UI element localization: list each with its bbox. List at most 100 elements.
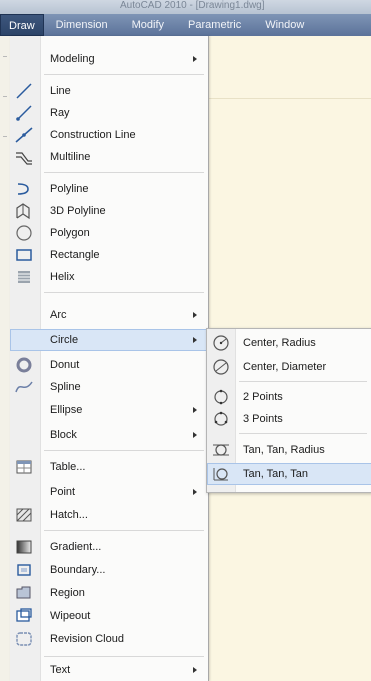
- menu-item-label: Region: [50, 587, 85, 599]
- menu-item-ellipse[interactable]: Ellipse: [10, 399, 208, 421]
- menu-item-helix[interactable]: Helix: [10, 266, 208, 288]
- menu-item-label: Revision Cloud: [50, 633, 124, 645]
- submenu-separator: [239, 381, 367, 382]
- menu-separator: [44, 74, 204, 75]
- left-edge-strip: [0, 36, 10, 681]
- menu-item-circle[interactable]: Circle: [10, 329, 208, 351]
- menu-modify[interactable]: Modify: [120, 14, 176, 36]
- spline-icon: [14, 378, 34, 396]
- menu-parametric[interactable]: Parametric: [176, 14, 253, 36]
- menu-item-boundary[interactable]: Boundary...: [10, 559, 208, 581]
- helix-icon: [14, 268, 34, 286]
- menu-item-label: Helix: [50, 271, 75, 283]
- submenu-arrow-icon: [193, 56, 197, 62]
- submenu-item-tan-tan-radius[interactable]: Tan, Tan, Radius: [207, 439, 371, 461]
- menu-bar: Draw Dimension Modify Parametric Window: [0, 14, 371, 36]
- 2-points-icon: [212, 388, 230, 406]
- polyline-icon: [14, 180, 34, 198]
- menu-separator: [44, 450, 204, 451]
- revision-cloud-icon: [14, 630, 34, 648]
- menu-item-polygon[interactable]: Polygon: [10, 222, 208, 244]
- submenu-arrow-icon: [193, 407, 197, 413]
- menu-item-wipeout[interactable]: Wipeout: [10, 605, 208, 627]
- submenu-item-3-points[interactable]: 3 Points: [207, 408, 371, 430]
- menu-item-label: Spline: [50, 381, 81, 393]
- menu-window[interactable]: Window: [253, 14, 316, 36]
- menu-item-polyline[interactable]: Polyline: [10, 178, 208, 200]
- polygon-icon: [14, 224, 34, 242]
- menu-item-hatch[interactable]: Hatch...: [10, 504, 208, 526]
- menu-item-label: Donut: [50, 359, 80, 371]
- menu-item-label: Multiline: [50, 151, 91, 163]
- submenu-arrow-icon: [193, 432, 197, 438]
- submenu-item-label: Tan, Tan, Radius: [243, 444, 325, 456]
- submenu-separator: [239, 433, 367, 434]
- menu-item-label: Block: [50, 429, 77, 441]
- menu-separator: [44, 172, 204, 173]
- menu-item-label: Ellipse: [50, 404, 83, 416]
- menu-item-label: Arc: [50, 309, 67, 321]
- menu-item-modeling[interactable]: Modeling: [10, 48, 208, 70]
- menu-draw[interactable]: Draw: [0, 14, 44, 36]
- menu-separator: [44, 530, 204, 531]
- menu-item-spline[interactable]: Spline: [10, 376, 208, 398]
- menu-item-label: Rectangle: [50, 249, 100, 261]
- submenu-item-label: Center, Radius: [243, 337, 316, 349]
- menu-item-3d-polyline[interactable]: 3D Polyline: [10, 200, 208, 222]
- menu-dimension[interactable]: Dimension: [44, 14, 120, 36]
- menu-item-label: Polyline: [50, 183, 89, 195]
- menu-item-label: Hatch...: [50, 509, 88, 521]
- menu-item-table[interactable]: Table...: [10, 456, 208, 478]
- region-icon: [14, 584, 34, 602]
- menu-item-region[interactable]: Region: [10, 582, 208, 604]
- center-diameter-icon: [212, 358, 230, 376]
- menu-separator: [44, 656, 204, 657]
- menu-item-arc[interactable]: Arc: [10, 304, 208, 326]
- menu-item-gradient[interactable]: Gradient...: [10, 536, 208, 558]
- submenu-item-center-diameter[interactable]: Center, Diameter: [207, 356, 371, 378]
- menu-item-rectangle[interactable]: Rectangle: [10, 244, 208, 266]
- submenu-item-2-points[interactable]: 2 Points: [207, 386, 371, 408]
- title-bar: AutoCAD 2010 - [Drawing1.dwg]: [0, 0, 371, 14]
- construction-line-icon: [14, 126, 34, 144]
- menu-item-label: Line: [50, 85, 71, 97]
- submenu-arrow-icon: [193, 489, 197, 495]
- menu-item-point[interactable]: Point: [10, 481, 208, 503]
- menu-item-label: Ray: [50, 107, 70, 119]
- submenu-arrow-icon: [193, 667, 197, 673]
- menu-item-label: Circle: [50, 334, 79, 346]
- line-icon: [14, 82, 34, 100]
- menu-item-donut[interactable]: Donut: [10, 354, 208, 376]
- center-radius-icon: [212, 334, 230, 352]
- submenu-item-label: Tan, Tan, Tan: [243, 468, 309, 480]
- submenu-item-label: 3 Points: [243, 413, 283, 425]
- draw-menu: Modeling Line Ray Construction Line Mult…: [10, 36, 209, 681]
- menu-item-text[interactable]: Text: [10, 659, 208, 681]
- wipeout-icon: [14, 607, 34, 625]
- ray-icon: [14, 104, 34, 122]
- menu-item-label: Wipeout: [50, 610, 91, 622]
- menu-item-line[interactable]: Line: [10, 80, 208, 102]
- circle-submenu: Center, Radius Center, Diameter 2 Points…: [206, 328, 371, 493]
- gradient-icon: [14, 538, 34, 556]
- menu-item-label: Point: [50, 486, 76, 498]
- submenu-arrow-icon: [193, 337, 197, 343]
- submenu-item-label: Center, Diameter: [243, 361, 327, 373]
- donut-icon: [14, 356, 34, 374]
- submenu-item-tan-tan-tan[interactable]: Tan, Tan, Tan: [207, 463, 371, 485]
- rectangle-icon: [14, 246, 34, 264]
- 3d-polyline-icon: [14, 202, 34, 220]
- tan-tan-radius-icon: [212, 441, 230, 459]
- menu-item-ray[interactable]: Ray: [10, 102, 208, 124]
- menu-item-revision-cloud[interactable]: Revision Cloud: [10, 628, 208, 650]
- menu-item-block[interactable]: Block: [10, 424, 208, 446]
- window-title: AutoCAD 2010 - [Drawing1.dwg]: [120, 0, 265, 11]
- submenu-item-center-radius[interactable]: Center, Radius: [207, 332, 371, 354]
- menu-item-construction-line[interactable]: Construction Line: [10, 124, 208, 146]
- menu-item-label: Gradient...: [50, 541, 102, 553]
- 3-points-icon: [212, 410, 230, 428]
- canvas-divider: [205, 98, 371, 99]
- tan-tan-tan-icon: [212, 465, 230, 483]
- menu-item-multiline[interactable]: Multiline: [10, 146, 208, 168]
- menu-item-label: Table...: [50, 461, 86, 473]
